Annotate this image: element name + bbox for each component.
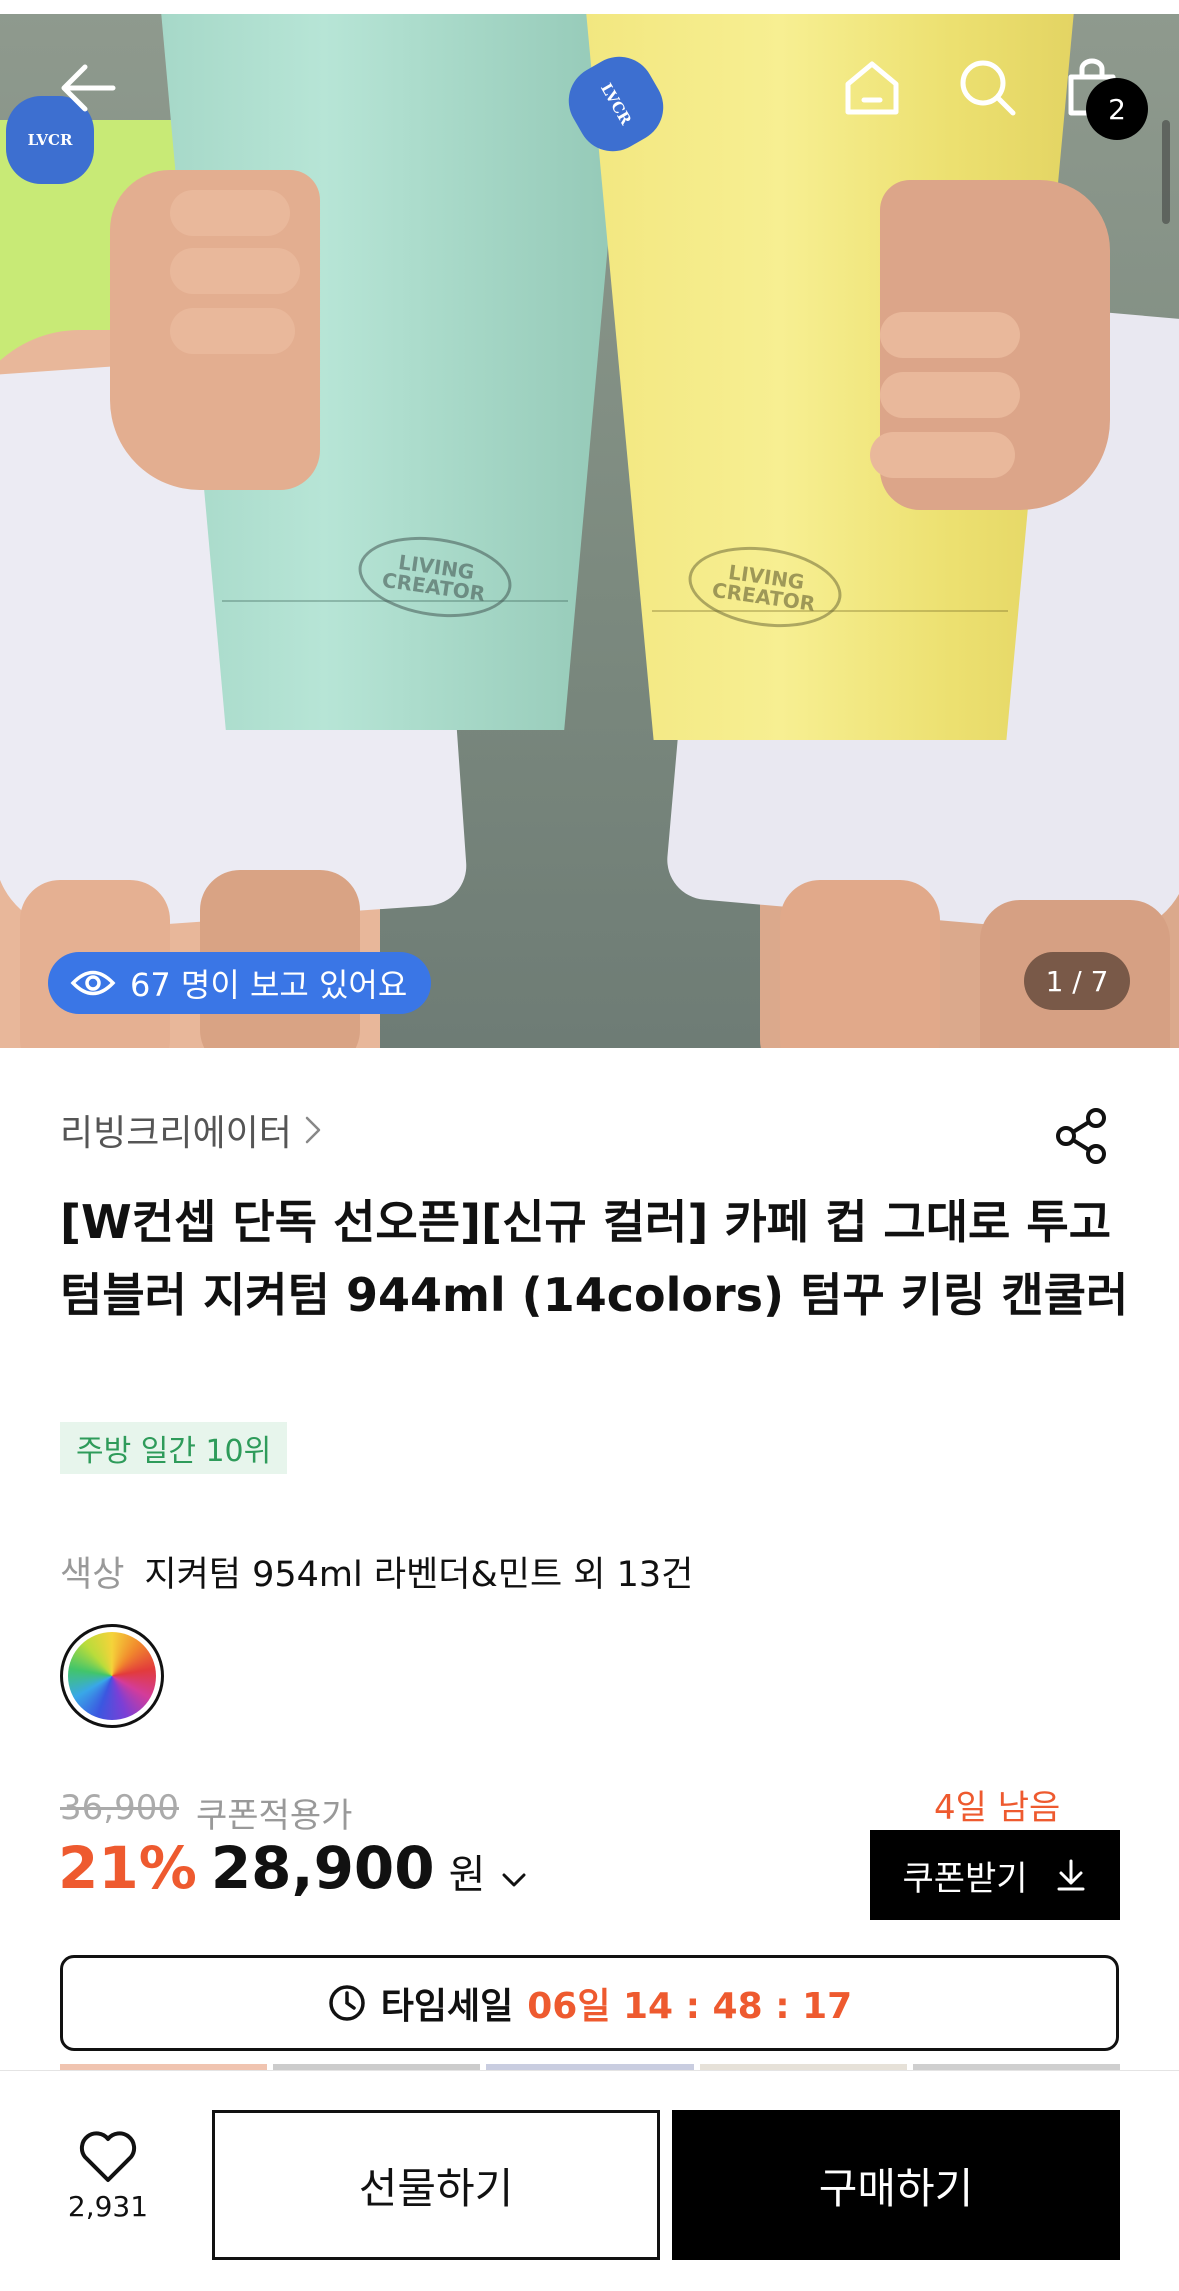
home-button[interactable]: [832, 48, 912, 128]
share-icon: [1056, 1108, 1106, 1164]
color-label-key: 색상: [60, 1555, 125, 1595]
color-wheel-icon: [68, 1632, 156, 1720]
arrow-left-icon: [61, 64, 116, 112]
clock-icon: [329, 1985, 365, 2021]
cart-count-badge: 2: [1086, 78, 1148, 140]
price-row[interactable]: 21% 28,900 원: [58, 1834, 527, 1902]
download-icon: [1057, 1859, 1085, 1891]
search-button[interactable]: [948, 48, 1028, 128]
color-swatch[interactable]: [60, 1624, 164, 1728]
color-option-label: 색상 지켜텀 954ml 라벤더&민트 외 13건: [60, 1546, 693, 1597]
viewers-badge: 67 명이 보고 있어요: [48, 952, 432, 1014]
gift-button[interactable]: 선물하기: [212, 2110, 660, 2260]
brand-name: 리빙크리에이터: [60, 1113, 292, 1154]
home-icon: [845, 61, 899, 115]
like-button[interactable]: 2,931: [56, 2130, 160, 2223]
time-sale-countdown: 06일 14 : 48 : 17: [527, 1986, 853, 2027]
like-count: 2,931: [67, 2190, 149, 2223]
scroll-indicator[interactable]: [1162, 120, 1170, 224]
rank-badge: 주방 일간 10위: [60, 1422, 288, 1474]
product-title: [W컨셉 단독 선오픈][신규 컬러] 카페 컵 그대로 투고 텀블러 지켜텀 …: [60, 1195, 1129, 1322]
heart-icon: [79, 2131, 137, 2182]
viewers-text: 67 명이 보고 있어요: [130, 966, 408, 1004]
chevron-down-icon[interactable]: [501, 1872, 527, 1888]
image-counter: 1 / 7: [1024, 952, 1130, 1010]
get-coupon-button[interactable]: 쿠폰받기: [870, 1830, 1120, 1920]
brand-link[interactable]: 리빙크리에이터: [60, 1104, 322, 1156]
original-price: 36,900: [60, 1788, 179, 1828]
time-sale-label: 타임세일: [380, 1986, 514, 2027]
currency-unit: 원: [448, 1852, 486, 1898]
share-button[interactable]: [1050, 1104, 1114, 1168]
time-sale-banner[interactable]: 타임세일 06일 14 : 48 : 17: [60, 1955, 1119, 2051]
coupon-days-left: 4일 남음: [934, 1788, 1061, 1828]
coupon-button-label: 쿠폰받기: [902, 1858, 1028, 1899]
eye-icon: [70, 970, 116, 996]
coupon-price-label: 쿠폰적용가: [196, 1796, 353, 1836]
buy-button[interactable]: 구매하기: [672, 2110, 1120, 2260]
chevron-right-icon: [305, 1116, 321, 1144]
search-icon: [960, 60, 1016, 116]
discount-rate: 21%: [58, 1834, 197, 1902]
sale-price: 28,900: [210, 1834, 435, 1902]
back-button[interactable]: [48, 48, 128, 128]
color-label-value: 지켜텀 954ml 라벤더&민트 외 13건: [144, 1555, 694, 1595]
product-image-gallery[interactable]: LIVINGCREATOR LIVINGCREATOR LVCR LVCR: [0, 0, 1179, 1048]
